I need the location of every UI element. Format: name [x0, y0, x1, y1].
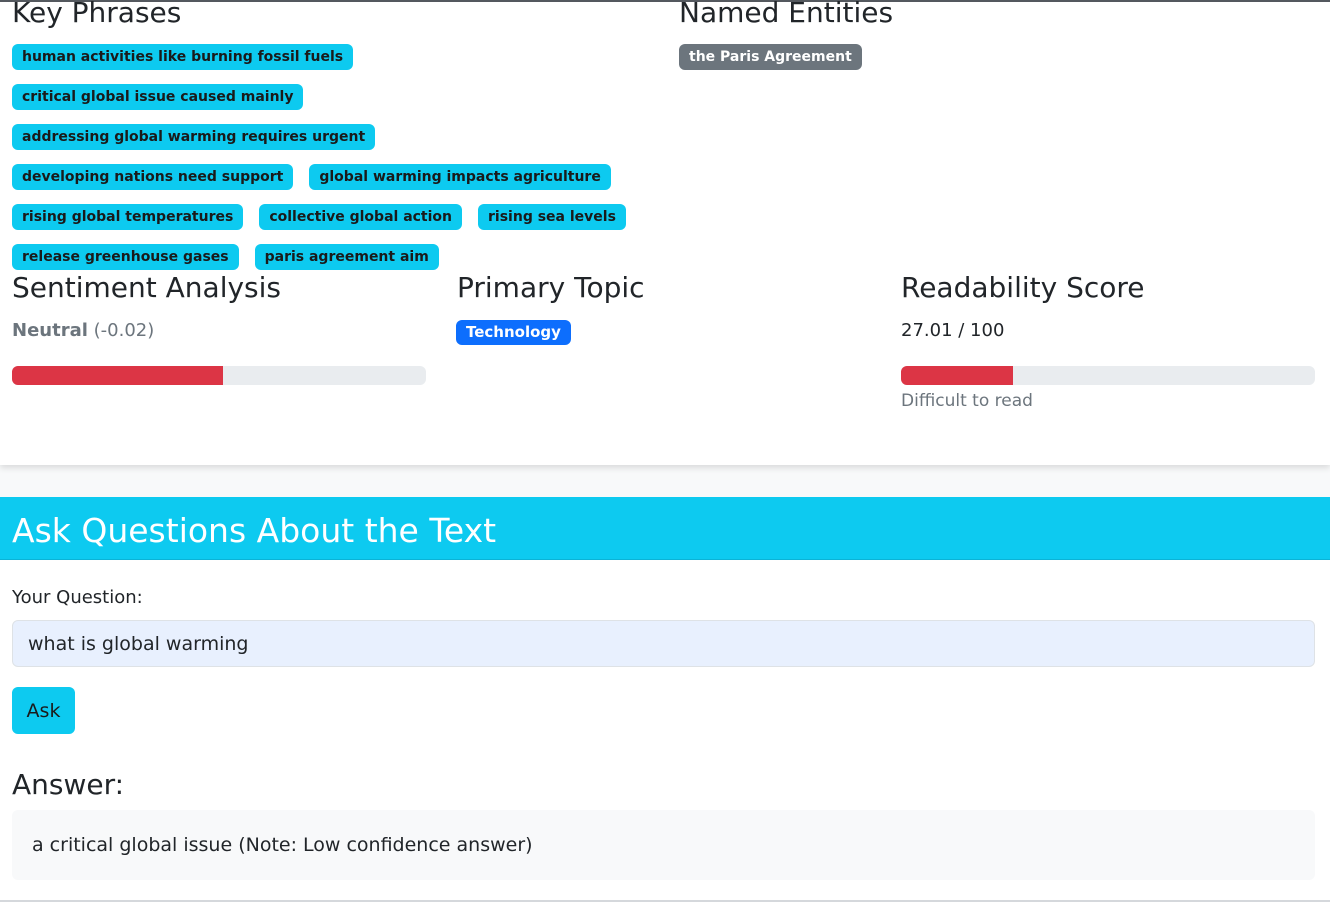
- readability-progress-fill: [901, 366, 1013, 385]
- named-entities-title: Named Entities: [679, 0, 894, 29]
- sentiment-progress-fill: [12, 366, 224, 385]
- entity-badge: the Paris Agreement: [679, 44, 862, 70]
- sentiment-score: (-0.02): [93, 320, 155, 341]
- key-phrase-chip: global warming impacts agriculture: [309, 164, 611, 190]
- readability-description: Difficult to read: [901, 391, 1033, 411]
- key-phrase-chip: collective global action: [259, 204, 463, 230]
- question-label: Your Question:: [12, 587, 143, 608]
- readability-score: 27.01 / 100: [901, 320, 1005, 341]
- key-phrase-chip: paris agreement aim: [254, 244, 439, 270]
- answer-box: a critical global issue (Note: Low confi…: [12, 810, 1315, 880]
- key-phrase-chip: developing nations need support: [12, 164, 294, 190]
- sentiment-value: Neutral (-0.02): [12, 322, 154, 340]
- primary-topic-title: Primary Topic: [457, 271, 645, 304]
- key-phrase-chip: addressing global warming requires urgen…: [12, 124, 376, 150]
- key-phrase-chip: critical global issue caused mainly: [12, 84, 304, 110]
- qa-panel: Your Question: Ask Answer: a critical gl…: [0, 560, 1330, 900]
- key-phrase-chip: rising global temperatures: [12, 204, 244, 230]
- analysis-card: Key Phrases human activities like burnin…: [0, 0, 1330, 465]
- key-phrase-chip: rising sea levels: [478, 204, 626, 230]
- answer-title: Answer:: [12, 768, 125, 801]
- readability-progress-bar: [901, 366, 1315, 385]
- readability-title: Readability Score: [901, 271, 1145, 304]
- sentiment-title: Sentiment Analysis: [12, 271, 281, 304]
- qa-title: Ask Questions About the Text: [12, 511, 497, 550]
- ask-button[interactable]: Ask: [12, 687, 75, 734]
- sentiment-label: Neutral: [12, 320, 88, 341]
- named-entities-list: the Paris Agreement: [679, 44, 862, 70]
- sentiment-progress-bar: [12, 366, 426, 385]
- key-phrase-chip: release greenhouse gases: [12, 244, 239, 270]
- qa-header: Ask Questions About the Text: [0, 497, 1330, 560]
- topic-badge: Technology: [456, 320, 571, 345]
- question-input[interactable]: [12, 620, 1315, 667]
- key-phrase-chip: human activities like burning fossil fue…: [12, 44, 354, 70]
- key-phrases-list: human activities like burning fossil fue…: [12, 44, 652, 270]
- key-phrases-title: Key Phrases: [12, 0, 182, 29]
